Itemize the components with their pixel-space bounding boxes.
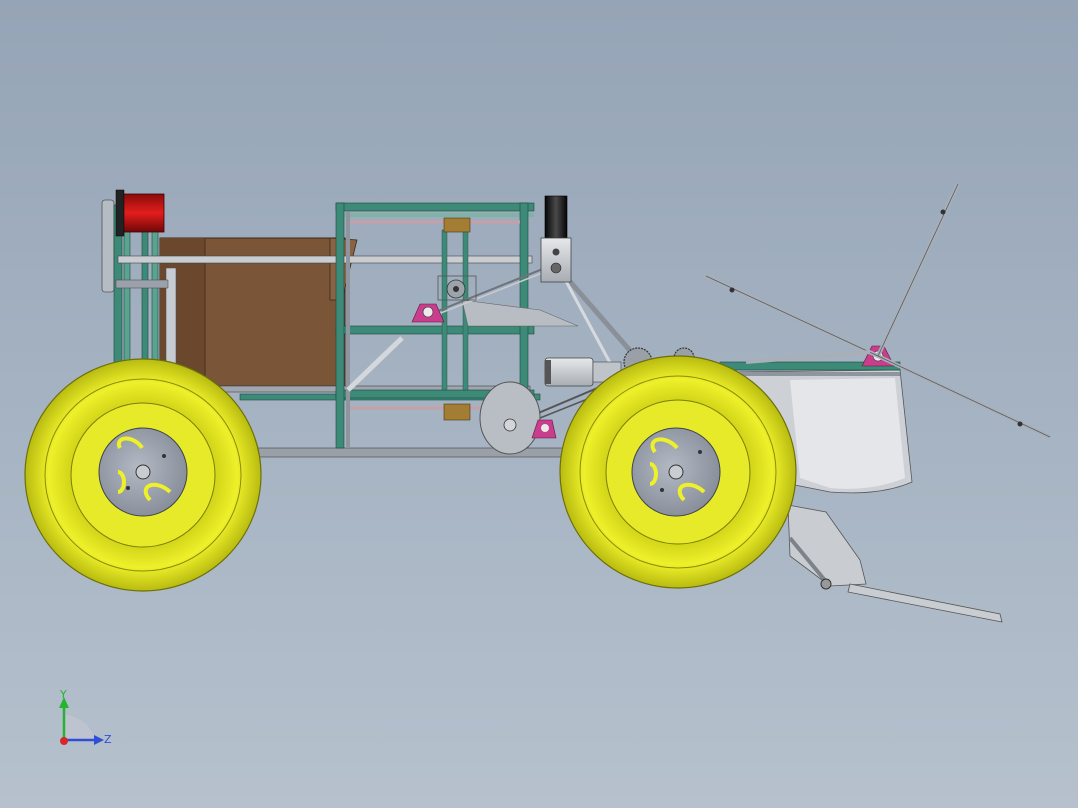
drive-pulley[interactable] [479, 381, 557, 455]
cad-viewport[interactable]: Y Z [0, 0, 1078, 808]
front-wheel[interactable] [559, 355, 797, 589]
axis-triad: Y Z [59, 688, 112, 746]
lower-cutter[interactable] [787, 504, 1003, 623]
rear-wheel[interactable] [24, 358, 262, 592]
y-axis-label: Y [59, 688, 67, 701]
z-axis-label: Z [104, 733, 112, 746]
gearbox-motor[interactable] [540, 195, 572, 283]
assembly-drawing[interactable]: Y Z [0, 0, 1078, 808]
x-axis-dot [60, 737, 68, 745]
red-motor[interactable] [115, 189, 165, 237]
